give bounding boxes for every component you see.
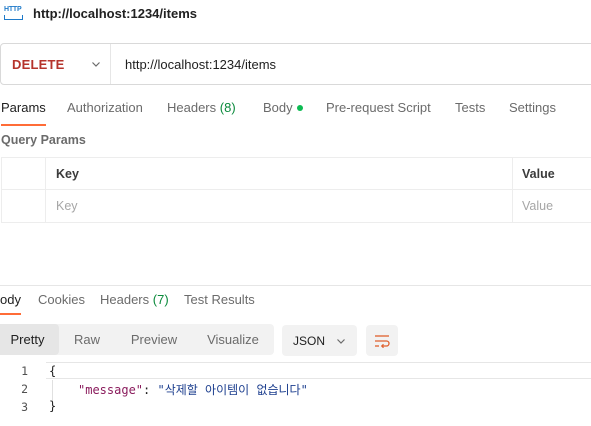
column-header-value: Value [522, 166, 555, 181]
line-number: 2 [21, 382, 28, 396]
tab-settings[interactable]: Settings [509, 100, 556, 122]
tab-body-label: Body [263, 100, 293, 115]
json-colon: : [143, 383, 158, 397]
chevron-down-icon [92, 62, 101, 67]
tab-cookies[interactable]: Cookies [38, 292, 85, 307]
tab-headers-label: Headers [167, 100, 217, 115]
tab-response-headers[interactable]: Headers (7) [100, 292, 169, 307]
tab-pre-request-script[interactable]: Pre-request Script [326, 100, 431, 122]
chevron-down-icon [337, 339, 345, 344]
table-header-row: Key Value [2, 158, 591, 190]
method-select[interactable]: DELETE [1, 44, 111, 84]
column-header-key: Key [56, 166, 79, 181]
request-tabs: Params Authorization Headers (8) Body Pr… [0, 99, 591, 126]
indent-guide [52, 380, 53, 401]
wrap-lines-button[interactable] [366, 325, 398, 356]
line-number-gutter: 1 2 3 [0, 362, 38, 426]
view-preview[interactable]: Preview [124, 324, 184, 355]
request-title-bar: HTTP http://localhost:1234/items [0, 0, 591, 26]
view-raw[interactable]: Raw [66, 324, 108, 355]
tab-headers[interactable]: Headers (8) [167, 100, 236, 122]
value-input[interactable]: Value [513, 190, 591, 222]
format-label: JSON [293, 333, 326, 348]
query-params-label: Query Params [1, 133, 86, 147]
request-title[interactable]: http://localhost:1234/items [33, 6, 197, 21]
tab-body[interactable]: Body [263, 100, 303, 122]
view-pretty[interactable]: Pretty [0, 324, 59, 355]
method-label: DELETE [12, 56, 65, 72]
format-select[interactable]: JSON [282, 325, 357, 356]
current-line-highlight [46, 362, 591, 379]
table-row: Key Value [2, 190, 591, 222]
view-mode-switcher: Pretty Raw Preview Visualize [0, 324, 274, 355]
headers-count: (8) [219, 100, 236, 115]
query-params-table: Key Value Key Value [1, 157, 591, 223]
wrap-lines-icon [375, 334, 390, 348]
key-input[interactable]: Key [46, 190, 513, 222]
tab-test-results[interactable]: Test Results [184, 292, 255, 307]
http-icon: HTTP [3, 4, 25, 22]
checkbox-column-header [2, 158, 46, 189]
line-number: 3 [21, 400, 28, 414]
value-placeholder: Value [522, 199, 554, 213]
tab-response-body[interactable]: ody [0, 292, 21, 315]
response-tabs: ody Cookies Headers (7) Test Results [0, 292, 591, 315]
line-number: 1 [21, 364, 28, 378]
tab-params[interactable]: Params [1, 100, 46, 126]
json-close-brace: } [49, 399, 57, 413]
response-body-editor[interactable]: 1 2 3 { "message": "삭제할 아이템이 없습니다" } [0, 362, 591, 426]
row-checkbox-cell [2, 190, 46, 222]
json-open-brace: { [49, 364, 57, 378]
tab-response-headers-label: Headers [100, 292, 150, 307]
view-visualize[interactable]: Visualize [200, 324, 266, 355]
response-headers-count: (7) [152, 292, 169, 307]
url-bar: DELETE http://localhost:1234/items [0, 43, 591, 85]
key-placeholder: Key [56, 199, 78, 213]
tab-authorization[interactable]: Authorization [67, 100, 143, 122]
url-input[interactable]: http://localhost:1234/items [125, 57, 276, 72]
json-string-value: "삭제할 아이템이 없습니다" [157, 383, 308, 397]
tab-tests[interactable]: Tests [455, 100, 485, 122]
body-indicator-dot [296, 104, 303, 111]
json-line-message: "message": "삭제할 아이템이 없습니다" [78, 381, 308, 398]
response-divider[interactable] [0, 285, 591, 286]
json-key: "message" [78, 383, 144, 397]
